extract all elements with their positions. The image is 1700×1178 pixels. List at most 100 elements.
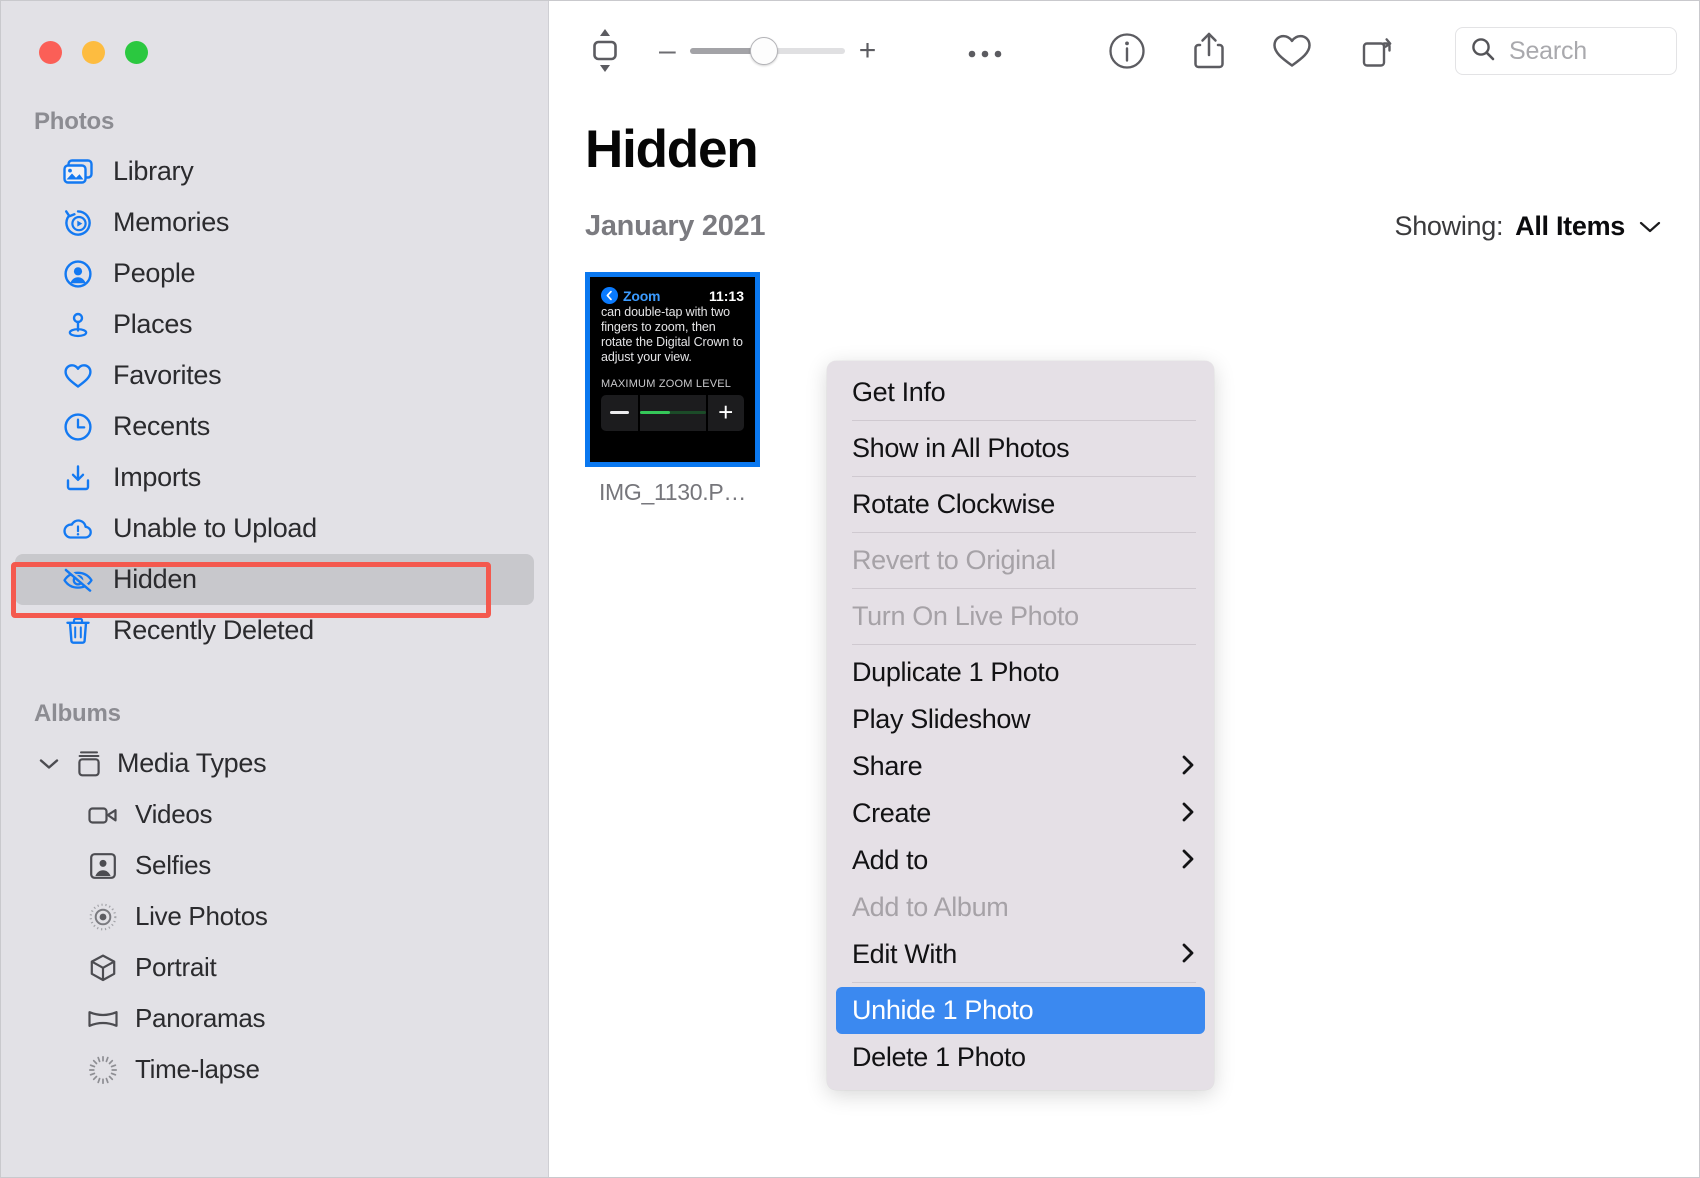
menu-item-share[interactable]: Share <box>827 743 1214 790</box>
menu-separator <box>852 476 1196 477</box>
memories-icon <box>62 207 94 239</box>
sidebar-item-label: Memories <box>113 207 229 238</box>
menu-item-label: Show in All Photos <box>852 433 1069 464</box>
sidebar-item-label: Portrait <box>135 952 216 983</box>
menu-separator <box>852 644 1196 645</box>
rotate-button[interactable] <box>1357 25 1397 77</box>
menu-item-create[interactable]: Create <box>827 790 1214 837</box>
sidebar-albums-list: Media Types Videos Selfies Live Photos <box>1 738 548 1095</box>
sidebar-photos-list: Library Memories People Places <box>1 146 548 656</box>
favorite-button[interactable] <box>1271 25 1313 77</box>
sidebar-item-label: Panoramas <box>135 1003 265 1034</box>
cloud-warning-icon <box>62 513 94 545</box>
sidebar-item-label: Time-lapse <box>135 1054 260 1085</box>
menu-item-delete-1-photo[interactable]: Delete 1 Photo <box>827 1034 1214 1081</box>
context-menu: Get Info Show in All Photos Rotate Clock… <box>827 361 1214 1090</box>
sidebar-item-places[interactable]: Places <box>15 299 534 350</box>
sidebar-item-people[interactable]: People <box>15 248 534 299</box>
sidebar-item-label: Imports <box>113 462 201 493</box>
heart-icon <box>62 360 94 392</box>
photos-app-window: Photos Library Memories People <box>0 0 1700 1178</box>
date-group-label: January 2021 <box>585 210 765 243</box>
menu-item-unhide-1-photo[interactable]: Unhide 1 Photo <box>836 987 1205 1034</box>
maximize-window-button[interactable] <box>125 41 148 64</box>
page-title: Hidden <box>585 119 1663 180</box>
info-button[interactable] <box>1107 25 1147 77</box>
preview-zoom-controls: + <box>601 395 744 431</box>
sidebar-item-label: Selfies <box>135 850 211 881</box>
toolbar: – + <box>549 1 1699 101</box>
menu-item-label: Turn On Live Photo <box>852 601 1079 632</box>
menu-separator <box>852 982 1196 983</box>
sidebar-item-label: Unable to Upload <box>113 513 317 544</box>
menu-item-rotate-clockwise[interactable]: Rotate Clockwise <box>827 481 1214 528</box>
preview-level-bar <box>640 395 706 431</box>
sidebar-item-label: Library <box>113 156 193 187</box>
sidebar-item-label: Places <box>113 309 192 340</box>
sidebar-item-label: Recents <box>113 411 210 442</box>
menu-item-duplicate-1-photo[interactable]: Duplicate 1 Photo <box>827 649 1214 696</box>
sidebar-item-selfies[interactable]: Selfies <box>15 840 534 891</box>
sidebar-item-label: Live Photos <box>135 901 268 932</box>
photo-cell[interactable]: Zoom 11:13 can double-tap with two finge… <box>585 272 760 506</box>
photo-preview-content: Zoom 11:13 can double-tap with two finge… <box>593 280 752 459</box>
toolbar-right-group: Search <box>1107 25 1677 77</box>
sidebar-item-imports[interactable]: Imports <box>15 452 534 503</box>
search-icon <box>1470 36 1496 67</box>
share-button[interactable] <box>1191 25 1227 77</box>
photo-thumbnail[interactable]: Zoom 11:13 can double-tap with two finge… <box>585 272 760 467</box>
sidebar-item-label: Hidden <box>113 564 197 595</box>
zoom-to-fit-button[interactable] <box>585 25 625 77</box>
timelapse-icon <box>87 1054 119 1086</box>
sidebar-item-memories[interactable]: Memories <box>15 197 534 248</box>
chevron-down-icon[interactable] <box>37 757 61 771</box>
import-icon <box>62 462 94 494</box>
menu-item-add-to[interactable]: Add to <box>827 837 1214 884</box>
sidebar-section-albums-title: Albums <box>1 700 548 728</box>
sidebar-item-portrait[interactable]: Portrait <box>15 942 534 993</box>
menu-separator <box>852 588 1196 589</box>
zoom-slider[interactable] <box>690 48 845 54</box>
panorama-icon <box>87 1003 119 1035</box>
sidebar-item-live-photos[interactable]: Live Photos <box>15 891 534 942</box>
showing-filter-button[interactable]: Showing: All Items <box>1394 211 1663 242</box>
menu-item-edit-with[interactable]: Edit With <box>827 931 1214 978</box>
menu-item-revert-to-original: Revert to Original <box>827 537 1214 584</box>
sidebar-item-label: Videos <box>135 799 212 830</box>
zoom-slider-group: – + <box>659 36 876 66</box>
live-photo-icon <box>87 901 119 933</box>
sidebar-item-panoramas[interactable]: Panoramas <box>15 993 534 1044</box>
menu-item-label: Revert to Original <box>852 545 1056 576</box>
menu-item-label: Delete 1 Photo <box>852 1042 1026 1073</box>
menu-item-get-info[interactable]: Get Info <box>827 369 1214 416</box>
close-window-button[interactable] <box>39 41 62 64</box>
preview-section-label: MAXIMUM ZOOM LEVEL <box>601 378 744 390</box>
search-placeholder: Search <box>1509 37 1587 66</box>
zoom-out-button[interactable]: – <box>659 36 676 66</box>
menu-item-play-slideshow[interactable]: Play Slideshow <box>827 696 1214 743</box>
sidebar-group-media-types[interactable]: Media Types <box>15 738 534 789</box>
cube-icon <box>87 952 119 984</box>
sidebar-item-library[interactable]: Library <box>15 146 534 197</box>
selfie-icon <box>87 850 119 882</box>
sidebar-item-videos[interactable]: Videos <box>15 789 534 840</box>
menu-item-label: Play Slideshow <box>852 704 1030 735</box>
sidebar-item-recently-deleted[interactable]: Recently Deleted <box>15 605 534 656</box>
zoom-slider-knob[interactable] <box>750 37 778 65</box>
menu-item-show-in-all-photos[interactable]: Show in All Photos <box>827 425 1214 472</box>
sidebar-section-photos-title: Photos <box>1 108 548 136</box>
sidebar-item-label: Recently Deleted <box>113 615 314 646</box>
person-circle-icon <box>62 258 94 290</box>
preview-minus-button <box>601 395 638 431</box>
sidebar-item-recents[interactable]: Recents <box>15 401 534 452</box>
chevron-right-icon <box>1180 941 1196 969</box>
zoom-in-button[interactable]: + <box>859 36 877 66</box>
sidebar-item-favorites[interactable]: Favorites <box>15 350 534 401</box>
search-field[interactable]: Search <box>1455 27 1677 75</box>
more-options-button[interactable] <box>962 25 1008 77</box>
sidebar-item-unable-to-upload[interactable]: Unable to Upload <box>15 503 534 554</box>
sidebar-item-time-lapse[interactable]: Time-lapse <box>15 1044 534 1095</box>
minimize-window-button[interactable] <box>82 41 105 64</box>
sidebar-item-hidden[interactable]: Hidden <box>15 554 534 605</box>
menu-item-label: Unhide 1 Photo <box>852 995 1033 1026</box>
